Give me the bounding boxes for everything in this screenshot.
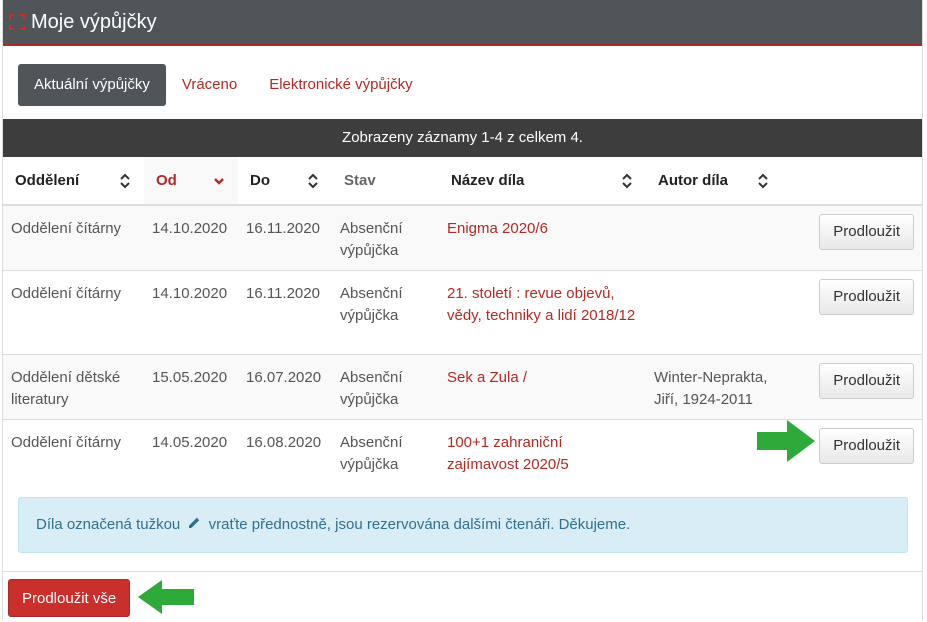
cell-title: Sek a Zula /: [439, 354, 646, 420]
page-title: Moje výpůjčky: [31, 10, 157, 33]
page-header: Moje výpůjčky: [3, 0, 922, 46]
expand-icon: [9, 14, 25, 30]
column-header-author[interactable]: Autor díla: [646, 157, 782, 206]
title-link[interactable]: Sek a Zula /: [447, 369, 527, 386]
page-frame: Moje výpůjčky Aktuální výpůjčky Vráceno …: [2, 0, 923, 620]
column-header-action: [782, 157, 922, 206]
cell-department: Oddělení čítárny: [3, 204, 144, 271]
cell-from: 14.10.2020: [144, 204, 238, 271]
sort-both-icon: [758, 173, 768, 189]
cell-action: Prodloužit: [782, 204, 922, 271]
column-header-department[interactable]: Oddělení: [3, 157, 144, 206]
cell-to: 16.11.2020: [238, 270, 332, 355]
table-row: Oddělení čítárny 14.10.2020 16.11.2020 A…: [3, 204, 922, 271]
cell-from: 14.05.2020: [144, 419, 238, 484]
title-link[interactable]: Enigma 2020/6: [447, 220, 548, 237]
title-link[interactable]: 21. století : revue objevů, vědy, techni…: [447, 285, 635, 324]
cell-to: 16.11.2020: [238, 204, 332, 271]
sort-both-icon: [622, 173, 632, 189]
column-header-title[interactable]: Název díla: [439, 157, 646, 206]
cell-author: Winter-Neprakta, Jiří, 1924-2011: [646, 354, 782, 420]
cell-title: Enigma 2020/6: [439, 204, 646, 271]
renew-button[interactable]: Prodloužit: [819, 363, 914, 399]
cell-to: 16.07.2020: [238, 354, 332, 420]
reservation-notice: Díla označená tužkou vraťte přednostně, …: [18, 497, 908, 553]
cell-department: Oddělení čítárny: [3, 270, 144, 355]
cell-author: [646, 270, 782, 355]
table-header-row: Oddělení Od Do Stav Název díla Autor díl…: [3, 157, 922, 206]
cell-title: 100+1 zahraniční zajímavost 2020/5: [439, 419, 646, 484]
title-link[interactable]: 100+1 zahraniční zajímavost 2020/5: [447, 434, 569, 473]
cell-status: Absenční výpůjčka: [332, 270, 439, 355]
pointer-arrow-icon: [757, 420, 815, 462]
table-row: Oddělení čítárny 14.10.2020 16.11.2020 A…: [3, 270, 922, 355]
cell-status: Absenční výpůjčka: [332, 419, 439, 484]
sort-desc-icon: [214, 173, 224, 189]
renew-button[interactable]: Prodloužit: [819, 214, 914, 250]
cell-action: Prodloužit: [782, 270, 922, 355]
cell-title: 21. století : revue objevů, vědy, techni…: [439, 270, 646, 355]
column-header-to[interactable]: Do: [238, 157, 332, 206]
tab-bar: Aktuální výpůjčky Vráceno Elektronické v…: [18, 64, 429, 106]
renew-button[interactable]: Prodloužit: [819, 279, 914, 315]
column-header-from[interactable]: Od: [144, 157, 238, 206]
cell-status: Absenční výpůjčka: [332, 204, 439, 271]
cell-department: Oddělení čítárny: [3, 419, 144, 484]
tab-returned[interactable]: Vráceno: [166, 64, 253, 106]
pointer-arrow-icon: [138, 580, 194, 614]
sort-both-icon: [120, 173, 130, 189]
column-header-status: Stav: [332, 157, 439, 206]
renew-all-button[interactable]: Prodloužit vše: [8, 579, 131, 617]
cell-from: 14.10.2020: [144, 270, 238, 355]
tab-current-loans[interactable]: Aktuální výpůjčky: [18, 64, 166, 106]
pencil-icon: [187, 499, 201, 528]
tab-electronic-loans[interactable]: Elektronické výpůjčky: [253, 64, 428, 106]
records-summary: Zobrazeny záznamy 1-4 z celkem 4.: [3, 119, 922, 157]
cell-action: Prodloužit: [782, 354, 922, 420]
sort-both-icon: [308, 173, 318, 189]
cell-status: Absenční výpůjčka: [332, 354, 439, 420]
cell-department: Oddělení dětské literatury: [3, 354, 144, 420]
table-row: Oddělení dětské literatury 15.05.2020 16…: [3, 354, 922, 420]
renew-button[interactable]: Prodloužit: [819, 428, 914, 464]
cell-author: [646, 204, 782, 271]
cell-from: 15.05.2020: [144, 354, 238, 420]
cell-to: 16.08.2020: [238, 419, 332, 484]
